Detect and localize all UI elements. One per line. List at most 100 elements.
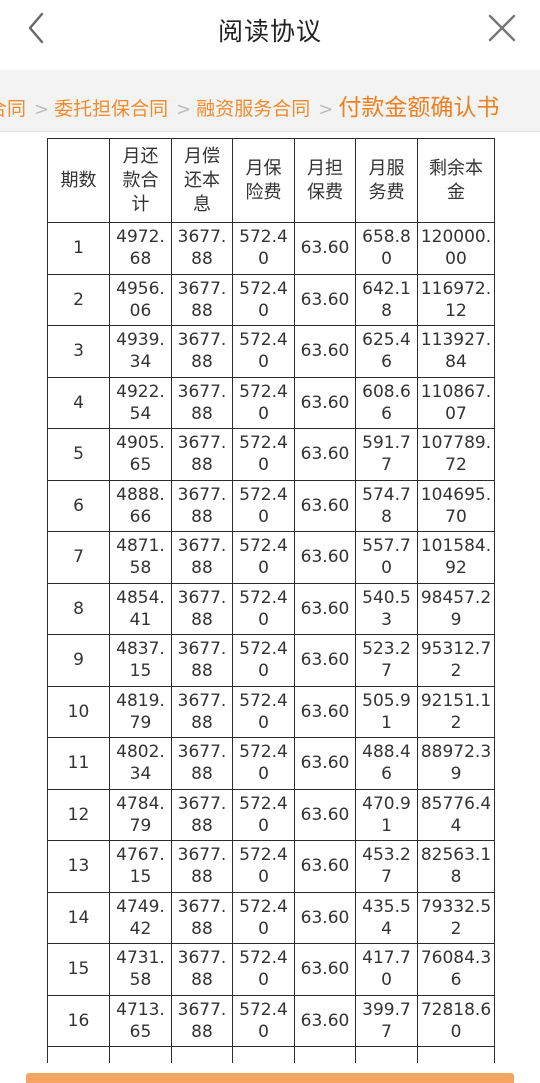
table-cell: 572.40: [232, 943, 295, 996]
table-cell: 572.40: [232, 273, 295, 326]
tab-separator: >: [176, 99, 192, 120]
table-cell: 3677.88: [171, 479, 233, 532]
table-cell: 4819.79: [109, 685, 172, 738]
table-cell: 572.40: [232, 222, 295, 275]
payment-schedule-table: 期数 月还款合计 月偿还本息 月保险费 月担保费 月服务费 剩余本金 1 4972.68 367…: [47, 138, 495, 1063]
table-cell: 572.40: [232, 737, 295, 790]
table-cell: 76084.36: [417, 943, 495, 996]
tab-separator: >: [34, 99, 50, 120]
table-cell: 16: [47, 994, 110, 1047]
table-cell: 92151.12: [417, 685, 495, 738]
table-cell: 3677.88: [171, 634, 233, 687]
table-cell: 10: [47, 685, 110, 738]
table-cell: 113927.84: [417, 325, 495, 378]
table-cell: 4888.66: [109, 479, 172, 532]
tab-3[interactable]: 付款金额确认书: [338, 88, 499, 122]
table-cell: 6: [47, 479, 110, 532]
table-cell: 4922.54: [109, 376, 172, 429]
table-cell: 3677.88: [171, 943, 233, 996]
agreement-content[interactable]: 期数 月还款合计 月偿还本息 月保险费 月担保费 月服务费 剩余本金 1 4972.68 367…: [0, 138, 540, 1063]
close-button[interactable]: [482, 8, 522, 48]
table-cell: 101584.92: [417, 531, 495, 584]
table-cell: 470.91: [355, 788, 418, 841]
table-row: 13 4767.15 3677.88 572.40 63.60 453.27 82563.1…: [47, 840, 495, 893]
table-cell: 572.40: [232, 479, 295, 532]
table-cell: 5: [47, 428, 110, 481]
table-cell: 14: [47, 891, 110, 944]
table-cell: 4784.79: [109, 788, 172, 841]
table-cell: 63.60: [294, 737, 356, 790]
table-cell: 572.40: [232, 531, 295, 584]
table-cell: 608.66: [355, 376, 418, 429]
table-cell: 107789.72: [417, 428, 495, 481]
table-row: 12 4784.79 3677.88 572.40 63.60 470.91 85776.4…: [47, 788, 495, 841]
table-cell: 85776.44: [417, 788, 495, 841]
table-cell: 3677: [171, 1046, 233, 1063]
table-cell: 572.40: [232, 428, 295, 481]
table-cell: 658.80: [355, 222, 418, 275]
table-cell: 98457.29: [417, 582, 495, 635]
table-cell: 3677.88: [171, 685, 233, 738]
tab-2[interactable]: 融资服务合同: [196, 94, 310, 121]
table-cell: 574.78: [355, 479, 418, 532]
table-cell: 4731.58: [109, 943, 172, 996]
table-cell: 3677.88: [171, 222, 233, 275]
table-cell: 540.53: [355, 582, 418, 635]
table-cell: 79332.52: [417, 891, 495, 944]
table-cell: 572.40: [232, 840, 295, 893]
table-cell: 63.60: [294, 222, 356, 275]
table-cell: 63.60: [294, 273, 356, 326]
table-cell: 572.40: [232, 582, 295, 635]
table-cell: 572.40: [232, 325, 295, 378]
table-cell: 557.70: [355, 531, 418, 584]
table-cell: 3: [47, 325, 110, 378]
table-cell: 3677.88: [171, 582, 233, 635]
table-row: 11 4802.34 3677.88 572.40 63.60 488.46 88972.3…: [47, 737, 495, 790]
table-cell: 2: [47, 273, 110, 326]
table-cell: 381.7: [355, 1046, 418, 1063]
table-row: 6 4888.66 3677.88 572.40 63.60 574.78 104695.7…: [47, 479, 495, 532]
table-cell: 572.40: [232, 685, 295, 738]
table-cell: 63.60: [294, 325, 356, 378]
column-header: 月还款合计: [109, 138, 172, 223]
table-cell: 435.54: [355, 891, 418, 944]
table-cell: 505.91: [355, 685, 418, 738]
table-cell: 3677.88: [171, 788, 233, 841]
table-cell: 63.60: [294, 840, 356, 893]
table-cell: 63.60: [294, 531, 356, 584]
table-cell: 63.60: [294, 634, 356, 687]
table-cell: 63.60: [294, 943, 356, 996]
table-cell: 523.27: [355, 634, 418, 687]
close-icon: [488, 14, 516, 42]
tab-0[interactable]: 合同: [0, 94, 26, 121]
table-row: 14 4749.42 3677.88 572.40 63.60 435.54 79332.5…: [47, 891, 495, 944]
table-cell: 63.60: [294, 685, 356, 738]
table-cell: 110867.07: [417, 376, 495, 429]
table-cell: 3677.88: [171, 994, 233, 1047]
tab-1[interactable]: 委托担保合同: [54, 94, 168, 121]
table-cell: 453.27: [355, 840, 418, 893]
table-cell: 7: [47, 531, 110, 584]
page-title: 阅读协议: [217, 17, 322, 46]
table-cell: 104695.70: [417, 479, 495, 532]
table-cell: 3677.88: [171, 531, 233, 584]
table-cell: 1: [47, 222, 110, 275]
table-cell: 642.18: [355, 273, 418, 326]
table-cell: 4871.58: [109, 531, 172, 584]
confirm-button[interactable]: [26, 1073, 514, 1083]
table-cell: 4: [47, 376, 110, 429]
table-cell: 4713.65: [109, 994, 172, 1047]
table-cell: 3677.88: [171, 376, 233, 429]
table-cell: 63.60: [294, 428, 356, 481]
table-cell: 63.60: [294, 788, 356, 841]
table-cell: 4695: [109, 1046, 172, 1063]
table-cell: 13: [47, 840, 110, 893]
table-cell: 116972.12: [417, 273, 495, 326]
table-cell: [294, 1046, 356, 1063]
table-cell: 572.40: [232, 788, 295, 841]
table-row: 7 4871.58 3677.88 572.40 63.60 557.70 101584.9…: [47, 531, 495, 584]
column-header: 剩余本金: [417, 138, 495, 223]
table-cell: 120000.00: [417, 222, 495, 275]
table-row: 5 4905.65 3677.88 572.40 63.60 591.77 107789.7…: [47, 428, 495, 481]
table-cell: 625.46: [355, 325, 418, 378]
